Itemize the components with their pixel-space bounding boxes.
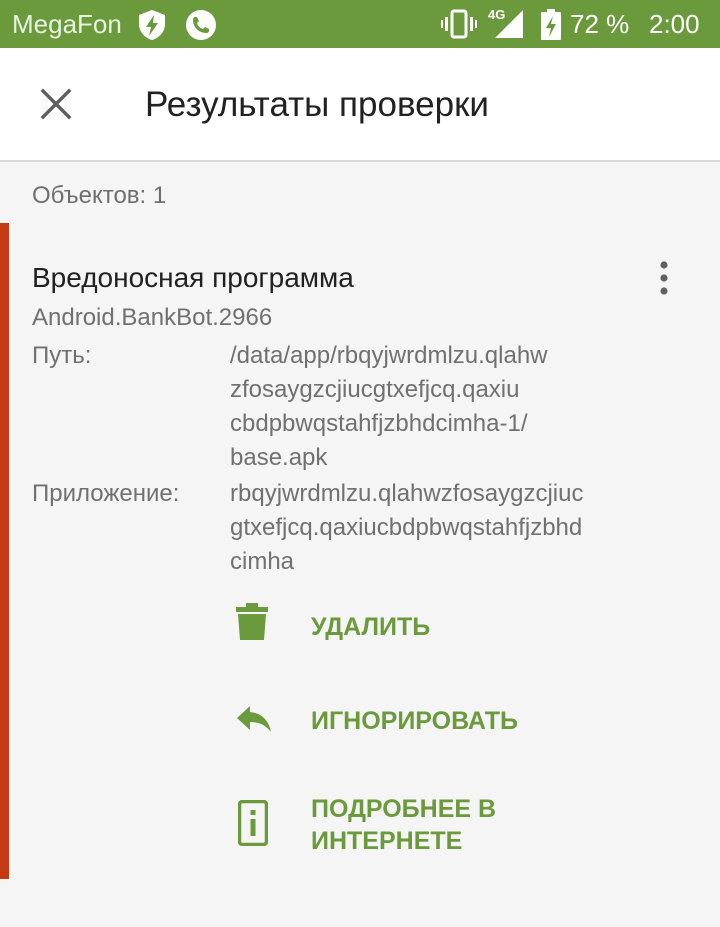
app-line: cimha — [230, 548, 295, 575]
more-info-label-line2: ИНТЕРНЕТЕ — [311, 827, 463, 855]
path-line: cbdpbwqstahfjzbhdcimha-1/ — [230, 410, 528, 437]
battery-charging-icon — [540, 9, 562, 46]
app-value: rbqyjwrdmlzu.qlahwzfosaygzcjiuc gtxefjcq… — [230, 477, 670, 579]
more-info-label-line1: ПОДРОБНЕЕ В — [311, 795, 497, 823]
phone-call-icon — [185, 9, 217, 46]
path-label: Путь: — [32, 342, 92, 369]
trash-icon — [236, 603, 268, 646]
ignore-label: ИГНОРИРОВАТЬ — [311, 707, 518, 735]
delete-label: УДАЛИТЬ — [311, 613, 431, 641]
app-line: rbqyjwrdmlzu.qlahwzfosaygzcjiuc — [230, 480, 584, 507]
battery-percent: 72 % — [570, 9, 630, 39]
threat-title: Вредоносная программа — [32, 262, 354, 293]
more-info-button[interactable]: ПОДРОБНЕЕ В ИНТЕРНЕТЕ — [230, 790, 670, 860]
close-icon — [28, 88, 84, 136]
more-options-button[interactable] — [646, 256, 682, 300]
app-line: gtxefjcq.qaxiucbdpbwqstahfjzbhd — [230, 514, 583, 541]
close-button[interactable] — [28, 76, 84, 132]
path-line: base.apk — [230, 444, 328, 471]
shield-lightning-icon — [137, 9, 167, 46]
path-value: /data/app/rbqyjwrdmlzu.qlahw zfosaygzcji… — [230, 339, 670, 475]
delete-button[interactable]: УДАЛИТЬ — [230, 598, 670, 654]
carrier-name: MegaFon — [12, 9, 122, 39]
status-bar: MegaFon 4G 72 % 2:00 — [0, 0, 720, 48]
app-label: Приложение: — [32, 480, 180, 507]
app-bar: Результаты проверки — [0, 48, 720, 162]
reply-icon — [236, 704, 272, 739]
info-icon — [237, 799, 269, 851]
objects-count: Объектов: 1 — [32, 182, 167, 209]
vibrate-icon — [441, 9, 477, 44]
more-vert-icon — [646, 261, 682, 304]
threat-name: Android.BankBot.2966 — [32, 304, 273, 331]
clock: 2:00 — [649, 9, 700, 39]
signal-icon — [494, 9, 524, 44]
path-line: zfosaygzcjiucgtxefjcq.qaxiu — [230, 376, 520, 403]
threat-severity-stripe — [0, 223, 9, 879]
ignore-button[interactable]: ИГНОРИРОВАТЬ — [230, 692, 670, 748]
page-title: Результаты проверки — [145, 85, 489, 124]
path-line: /data/app/rbqyjwrdmlzu.qlahw — [230, 342, 548, 369]
